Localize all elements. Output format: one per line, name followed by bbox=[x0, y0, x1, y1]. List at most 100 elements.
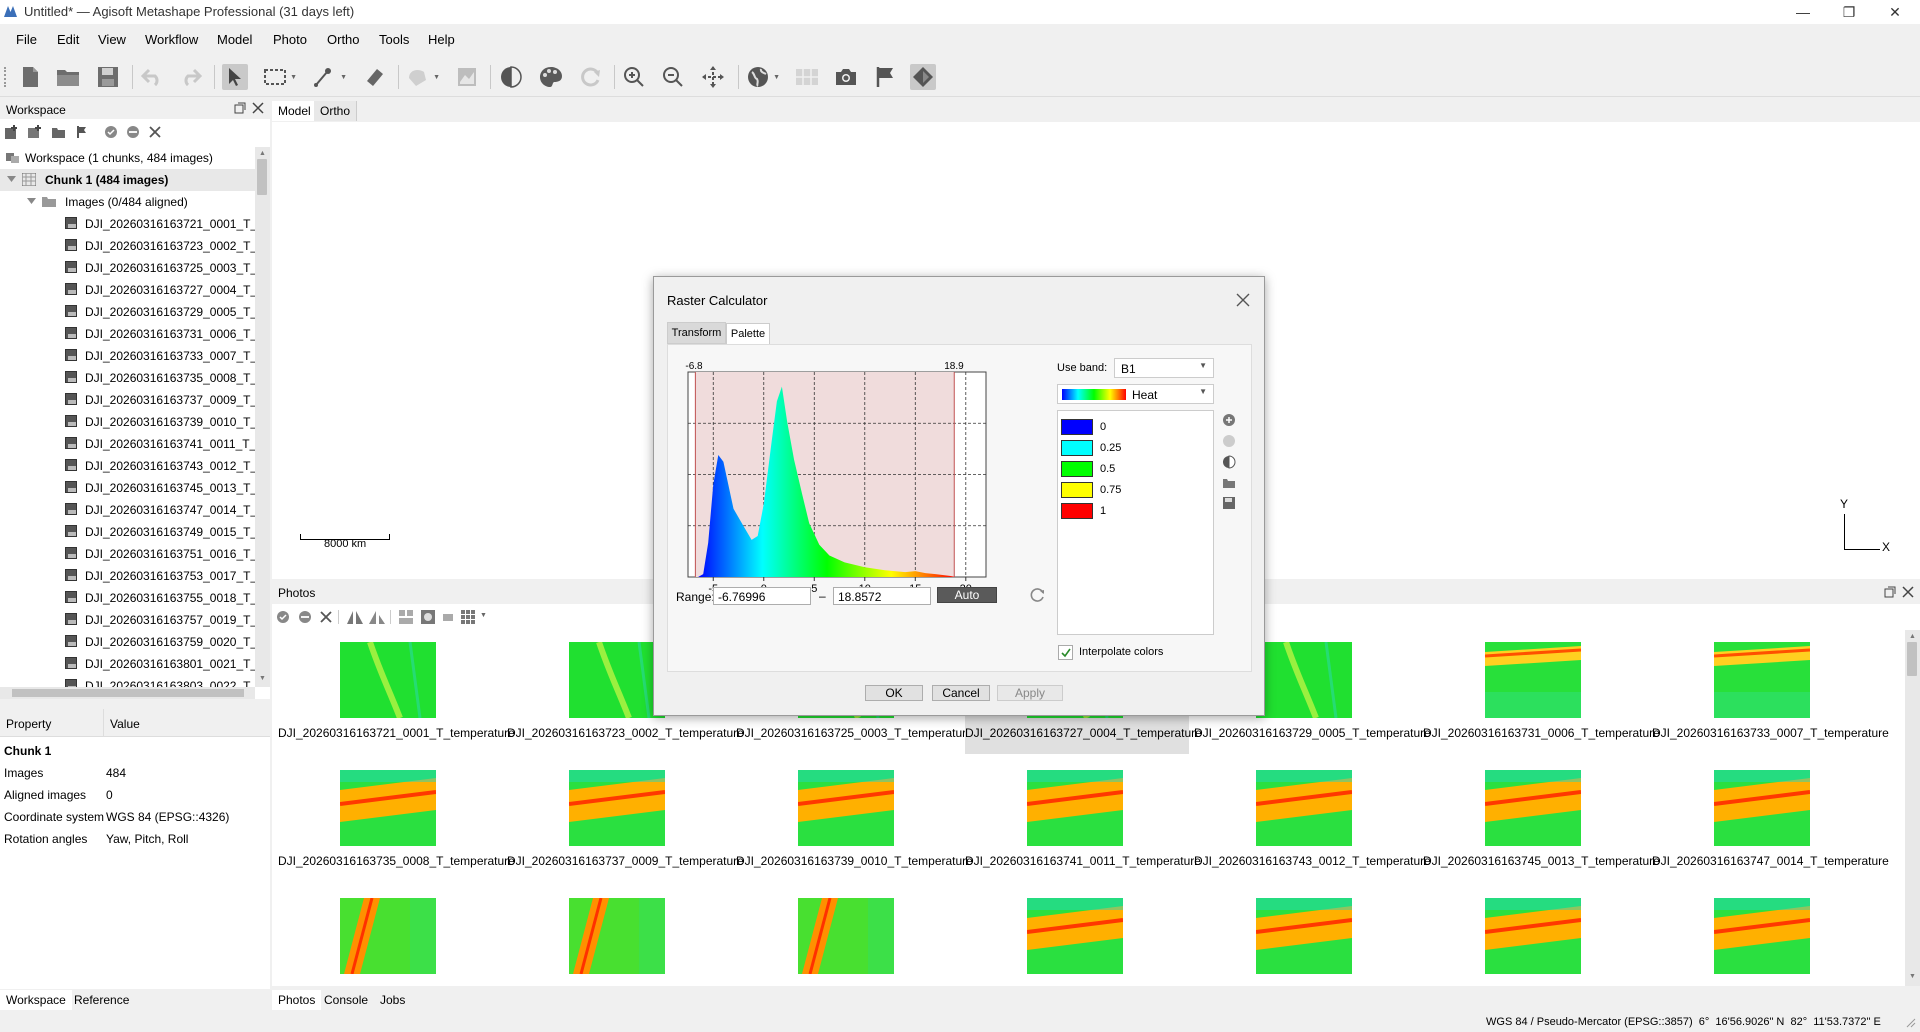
tab-transform[interactable]: Transform bbox=[667, 322, 726, 344]
tab-console[interactable]: Console bbox=[318, 990, 374, 1010]
disable-icon[interactable] bbox=[298, 610, 312, 624]
color-swatch[interactable] bbox=[1061, 503, 1093, 519]
maximize-button[interactable]: ❐ bbox=[1834, 2, 1864, 22]
photo-thumbnail[interactable]: DJI_20260316163745_0013_T_temperature bbox=[1423, 758, 1660, 882]
ruler-icon[interactable]: ▼ bbox=[312, 64, 347, 90]
photos-vscrollbar[interactable]: ▲ ▼ bbox=[1905, 630, 1920, 986]
tree-image-item[interactable]: DJI_20260316163749_0015_T_tem bbox=[0, 521, 255, 543]
redo-icon[interactable] bbox=[178, 64, 204, 90]
chevron-down-icon[interactable] bbox=[7, 175, 16, 183]
range-min-input[interactable]: -6.76996 bbox=[713, 587, 811, 605]
rotate-right-icon[interactable] bbox=[368, 609, 386, 625]
color-stop[interactable]: 0 bbox=[1058, 417, 1218, 437]
workspace-hscrollbar[interactable] bbox=[0, 687, 255, 699]
photo-thumbnail[interactable]: DJI_20260316163721_0001_T_temperature bbox=[278, 630, 515, 754]
tree-image-item[interactable]: DJI_20260316163745_0013_T_tem bbox=[0, 477, 255, 499]
tab-palette[interactable]: Palette bbox=[726, 323, 770, 345]
tree-image-item[interactable]: DJI_20260316163751_0016_T_tem bbox=[0, 543, 255, 565]
tree-image-item[interactable]: DJI_20260316163735_0008_T_tem bbox=[0, 367, 255, 389]
scroll-thumb[interactable] bbox=[257, 159, 267, 195]
tree-image-item[interactable]: DJI_20260316163733_0007_T_tem bbox=[0, 345, 255, 367]
texture-icon[interactable] bbox=[454, 64, 480, 90]
tree-image-item[interactable]: DJI_20260316163741_0011_T_tem bbox=[0, 433, 255, 455]
small-view-icon[interactable] bbox=[442, 612, 454, 622]
histogram-chart[interactable]: -6.818.9-505101520 bbox=[675, 357, 1045, 613]
menu-model[interactable]: Model bbox=[217, 32, 252, 47]
tab-jobs[interactable]: Jobs bbox=[374, 990, 411, 1010]
tab-model[interactable]: Model bbox=[272, 101, 318, 121]
photo-thumbnail[interactable] bbox=[1423, 886, 1647, 986]
photo-thumbnail[interactable] bbox=[507, 886, 731, 986]
band-select[interactable]: B1 ▼ bbox=[1114, 358, 1214, 378]
view-mode-icon[interactable] bbox=[460, 609, 476, 625]
add-marker-icon[interactable] bbox=[74, 124, 90, 140]
tree-image-item[interactable]: DJI_20260316163731_0006_T_tem bbox=[0, 323, 255, 345]
new-icon[interactable] bbox=[17, 64, 43, 90]
tree-image-item[interactable]: DJI_20260316163755_0018_T_tem bbox=[0, 587, 255, 609]
close-window-button[interactable]: ✕ bbox=[1880, 2, 1910, 22]
menu-workflow[interactable]: Workflow bbox=[145, 32, 198, 47]
photo-thumbnail[interactable]: DJI_20260316163743_0012_T_temperature bbox=[1194, 758, 1431, 882]
save-palette-icon[interactable] bbox=[1222, 496, 1236, 510]
tree-image-item[interactable]: DJI_20260316163725_0003_T_tem bbox=[0, 257, 255, 279]
open-icon[interactable] bbox=[55, 64, 81, 90]
color-stop[interactable]: 1 bbox=[1058, 501, 1218, 521]
toolbar-grip[interactable] bbox=[4, 67, 7, 87]
palette-select[interactable]: Heat ▼ bbox=[1057, 384, 1214, 404]
tree-image-item[interactable]: DJI_20260316163737_0009_T_tem bbox=[0, 389, 255, 411]
photo-thumbnail[interactable]: DJI_20260316163731_0006_T_temperature bbox=[1423, 630, 1660, 754]
rect-select-icon[interactable]: ▼ bbox=[262, 64, 297, 90]
tree-image-item[interactable]: DJI_20260316163757_0019_T_tem bbox=[0, 609, 255, 631]
close-panel-icon[interactable] bbox=[1902, 586, 1914, 598]
open-folder-icon[interactable] bbox=[1222, 476, 1236, 490]
photo-thumbnail[interactable]: DJI_20260316163739_0010_T_temperature bbox=[736, 758, 973, 882]
disable-icon[interactable] bbox=[126, 125, 140, 139]
photo-thumbnail[interactable] bbox=[1194, 886, 1418, 986]
remove-icon[interactable] bbox=[149, 126, 161, 138]
invert-icon[interactable] bbox=[1222, 455, 1236, 469]
add-stop-icon[interactable] bbox=[1222, 413, 1236, 427]
zoom-out-icon[interactable] bbox=[660, 64, 686, 90]
tree-image-item[interactable]: DJI_20260316163747_0014_T_tem bbox=[0, 499, 255, 521]
minimize-button[interactable]: — bbox=[1788, 2, 1818, 22]
palette-icon[interactable] bbox=[538, 64, 564, 90]
apply-button[interactable]: Apply bbox=[997, 685, 1063, 701]
ok-button[interactable]: OK bbox=[865, 685, 923, 701]
color-stop[interactable]: 0.25 bbox=[1058, 438, 1218, 458]
photo-thumbnail[interactable]: DJI_20260316163733_0007_T_temperature bbox=[1652, 630, 1889, 754]
mask-icon[interactable] bbox=[420, 609, 436, 625]
tree-chunk[interactable]: Chunk 1 (484 images) bbox=[0, 169, 255, 191]
refresh-icon[interactable] bbox=[578, 64, 604, 90]
range-max-input[interactable]: 18.8572 bbox=[833, 587, 931, 605]
tree-image-item[interactable]: DJI_20260316163727_0004_T_tem bbox=[0, 279, 255, 301]
tab-reference[interactable]: Reference bbox=[68, 990, 135, 1010]
contrast-icon[interactable] bbox=[498, 64, 524, 90]
camera-icon[interactable] bbox=[833, 64, 859, 90]
tree-image-item[interactable]: DJI_20260316163739_0010_T_tem bbox=[0, 411, 255, 433]
photo-thumbnail[interactable]: DJI_20260316163741_0011_T_temperature bbox=[965, 758, 1201, 882]
photo-thumbnail[interactable] bbox=[278, 886, 502, 986]
tab-photos[interactable]: Photos bbox=[272, 990, 322, 1010]
color-swatch[interactable] bbox=[1061, 419, 1093, 435]
move-icon[interactable] bbox=[700, 64, 726, 90]
resize-grip-icon[interactable] bbox=[1906, 1018, 1916, 1028]
auto-button[interactable]: Auto bbox=[937, 587, 997, 603]
rotate-left-icon[interactable] bbox=[346, 609, 364, 625]
color-swatch[interactable] bbox=[1061, 461, 1093, 477]
photo-thumbnail[interactable]: DJI_20260316163737_0009_T_temperature bbox=[507, 758, 744, 882]
zoom-in-icon[interactable] bbox=[621, 64, 647, 90]
dialog-close-icon[interactable] bbox=[1236, 293, 1250, 307]
add-chunk-icon[interactable] bbox=[4, 124, 20, 140]
select-icon[interactable] bbox=[222, 64, 248, 90]
tab-ortho[interactable]: Ortho bbox=[314, 101, 358, 121]
tree-image-item[interactable]: DJI_20260316163753_0017_T_tem bbox=[0, 565, 255, 587]
tree-image-item[interactable]: DJI_20260316163803_0022_T_tem bbox=[0, 675, 255, 687]
menu-photo[interactable]: Photo bbox=[273, 32, 307, 47]
flag-icon[interactable] bbox=[872, 64, 898, 90]
layers-icon[interactable] bbox=[910, 64, 936, 90]
tree-images-folder[interactable]: Images (0/484 aligned) bbox=[0, 191, 255, 213]
chevron-down-icon[interactable]: ▼ bbox=[480, 612, 487, 619]
interpolate-checkbox[interactable] bbox=[1058, 645, 1073, 660]
tree-image-item[interactable]: DJI_20260316163743_0012_T_tem bbox=[0, 455, 255, 477]
eraser-icon[interactable] bbox=[361, 64, 387, 90]
